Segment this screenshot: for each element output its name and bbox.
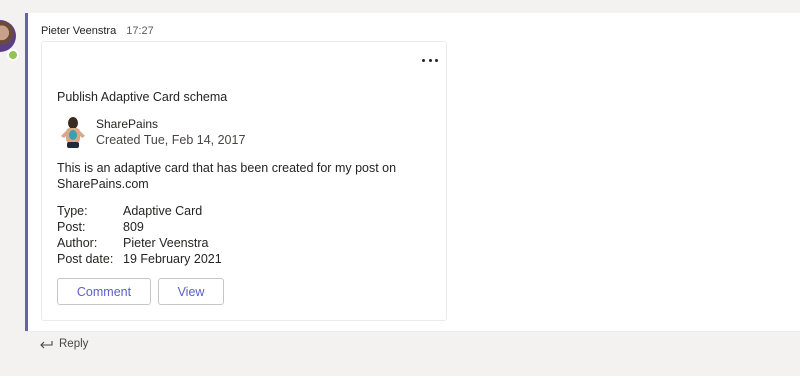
- author-image: [61, 117, 85, 148]
- author-name: SharePains: [96, 117, 159, 131]
- avatar[interactable]: [0, 20, 16, 52]
- comment-button[interactable]: Comment: [57, 278, 151, 305]
- adaptive-card: Publish Adaptive Card schema SharePains …: [41, 41, 447, 321]
- fact-row-post-date: Post date: 19 February 2021: [57, 251, 222, 267]
- reply-arrow-icon: [40, 341, 53, 349]
- reply-label: Reply: [59, 338, 89, 350]
- card-description: This is an adaptive card that has been c…: [57, 161, 397, 191]
- more-options-icon[interactable]: [422, 55, 438, 65]
- fact-row-post: Post: 809: [57, 219, 222, 235]
- created-date: Created Tue, Feb 14, 2017: [96, 133, 246, 147]
- view-button[interactable]: View: [158, 278, 224, 305]
- fact-value: Pieter Veenstra: [123, 236, 209, 250]
- fact-row-author: Author: Pieter Veenstra: [57, 235, 222, 251]
- sender-name: Pieter Veenstra: [41, 25, 117, 37]
- fact-key: Post date:: [57, 252, 114, 266]
- reply-button[interactable]: Reply: [25, 331, 800, 356]
- fact-value: Adaptive Card: [123, 204, 203, 218]
- fact-row-type: Type: Adaptive Card: [57, 203, 222, 219]
- message-timestamp: 17:27: [126, 25, 154, 37]
- fact-key: Post:: [57, 220, 86, 234]
- presence-available-icon: [7, 49, 19, 61]
- message-thread: Pieter Veenstra 17:27 Publish Adaptive C…: [25, 13, 800, 331]
- fact-set: Type: Adaptive Card Post: 809 Author: Pi…: [57, 203, 222, 267]
- fact-value: 19 February 2021: [123, 252, 222, 266]
- card-title: Publish Adaptive Card schema: [57, 90, 228, 104]
- fact-key: Author:: [57, 236, 98, 250]
- fact-key: Type:: [57, 204, 88, 218]
- top-strip: [0, 0, 800, 13]
- fact-value: 809: [123, 220, 144, 234]
- message-header: Pieter Veenstra 17:27: [41, 25, 154, 37]
